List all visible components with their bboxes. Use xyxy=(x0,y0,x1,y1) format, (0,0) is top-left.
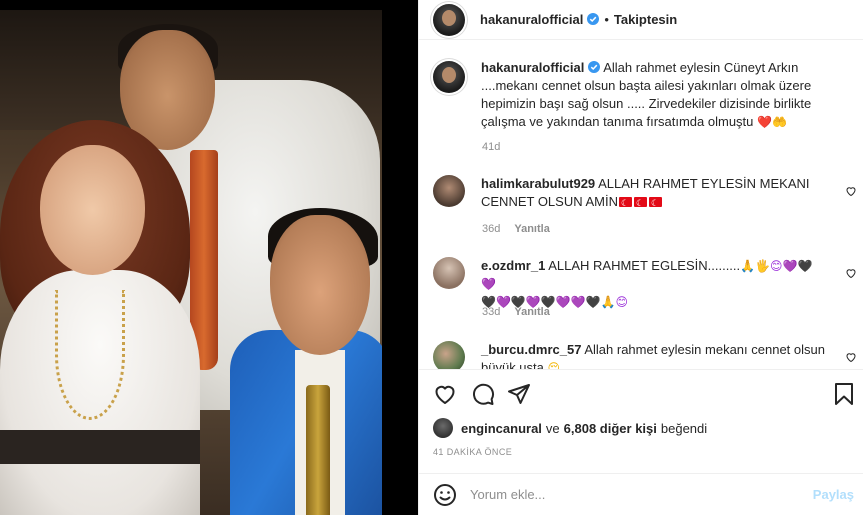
comment-bubble-icon[interactable] xyxy=(471,382,495,406)
post-photo[interactable] xyxy=(0,10,382,515)
comment-body: e.ozdmr_1 ALLAH RAHMET EGLESİN.........🙏… xyxy=(481,257,826,311)
reply-button[interactable]: Yanıtla xyxy=(514,306,549,318)
photo-figure xyxy=(55,290,125,420)
share-paper-plane-icon[interactable] xyxy=(507,382,531,406)
post-action-bar xyxy=(419,369,863,415)
caption-username[interactable]: hakanuralofficial xyxy=(481,60,584,75)
author-avatar[interactable] xyxy=(433,3,465,36)
comments-list[interactable]: hakanuralofficial Allah rahmet eylesin C… xyxy=(419,41,863,369)
follow-status-button[interactable]: Takiptesin xyxy=(614,12,677,27)
post-image-area xyxy=(0,0,418,515)
photo-figure xyxy=(40,145,145,275)
like-heart-icon[interactable] xyxy=(433,382,457,406)
likes-summary: engincanural ve 6,808 diğer kişi beğendi xyxy=(433,418,707,438)
save-bookmark-icon[interactable] xyxy=(832,382,856,406)
verified-badge-icon xyxy=(587,13,600,25)
comment-item: _burcu.dmrc_57 Allah rahmet eylesin meka… xyxy=(433,341,853,369)
comment-body: _burcu.dmrc_57 Allah rahmet eylesin meka… xyxy=(481,341,826,369)
like-comment-heart-icon[interactable] xyxy=(845,267,857,279)
caption-time[interactable]: 41d xyxy=(482,141,500,153)
photo-figure xyxy=(0,430,200,464)
caption-body: hakanuralofficial Allah rahmet eylesin C… xyxy=(481,59,841,131)
post-header: hakanuralofficial • Takiptesin xyxy=(419,0,863,40)
like-comment-heart-icon[interactable] xyxy=(845,351,857,363)
likes-count[interactable]: 6,808 diğer kişi xyxy=(564,421,657,436)
emoji-smiley-icon[interactable] xyxy=(433,483,457,507)
comment-username[interactable]: e.ozdmr_1 xyxy=(481,258,545,273)
post-caption: hakanuralofficial Allah rahmet eylesin C… xyxy=(433,59,853,131)
photo-figure xyxy=(306,385,330,515)
comment-emoji: 😔 xyxy=(547,361,561,369)
comment-item: e.ozdmr_1 ALLAH RAHMET EGLESİN.........🙏… xyxy=(433,257,853,311)
reply-button[interactable]: Yanıtla xyxy=(514,223,549,235)
comment-meta: 33d Yanıtla xyxy=(482,306,550,318)
post-comment-button[interactable]: Paylaş xyxy=(813,487,854,502)
turkey-flag-icon xyxy=(649,194,663,212)
comment-input[interactable] xyxy=(470,487,800,502)
author-username-text[interactable]: hakanuralofficial xyxy=(480,12,583,27)
comment-text: ALLAH RAHMET EGLESİN......... xyxy=(548,258,741,273)
add-comment-bar: Paylaş xyxy=(419,473,863,515)
liker-avatar[interactable] xyxy=(433,418,453,438)
separator-dot: • xyxy=(604,12,609,27)
likes-connector: ve xyxy=(545,420,560,436)
comment-username[interactable]: halimkarabulut929 xyxy=(481,176,595,191)
post-panel: hakanuralofficial • Takiptesin hakanural… xyxy=(418,0,863,515)
caption-avatar[interactable] xyxy=(433,61,465,93)
comment-time[interactable]: 33d xyxy=(482,306,500,318)
turkey-flag-icon xyxy=(634,194,648,212)
caption-emoji: ❤️🤲 xyxy=(757,115,787,129)
likes-suffix: beğendi xyxy=(660,420,708,436)
commenter-avatar[interactable] xyxy=(433,257,465,289)
commenter-avatar[interactable] xyxy=(433,175,465,207)
comment-meta: 36d Yanıtla xyxy=(482,223,550,235)
verified-badge-icon xyxy=(588,61,601,73)
comment-body: halimkarabulut929 ALLAH RAHMET EYLESİN M… xyxy=(481,175,826,212)
like-comment-heart-icon[interactable] xyxy=(845,185,857,197)
photo-figure xyxy=(270,215,370,355)
commenter-avatar[interactable] xyxy=(433,341,465,369)
comment-item: halimkarabulut929 ALLAH RAHMET EYLESİN M… xyxy=(433,175,853,212)
liker-username[interactable]: engincanural xyxy=(461,421,542,436)
comment-time[interactable]: 36d xyxy=(482,223,500,235)
turkey-flag-icon xyxy=(619,194,633,212)
author-username[interactable]: hakanuralofficial xyxy=(480,12,600,27)
comment-username[interactable]: _burcu.dmrc_57 xyxy=(481,342,581,357)
post-timestamp[interactable]: 41 DAKİKA ÖNCE xyxy=(433,447,512,457)
